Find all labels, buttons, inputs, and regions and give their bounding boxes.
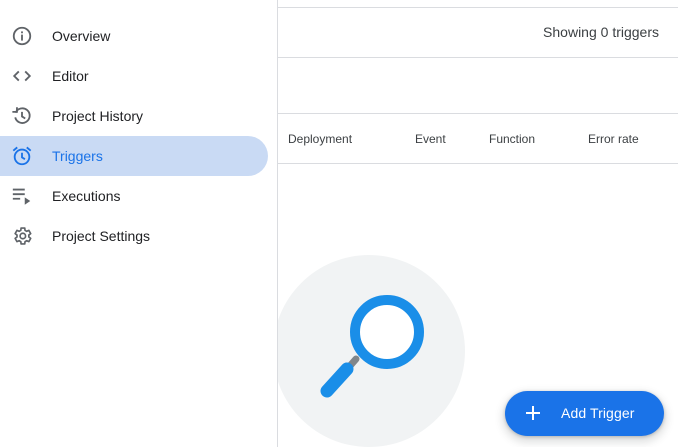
nav-item-label: Project History [52,108,144,124]
nav-item-label: Editor [52,68,89,84]
nav-item-label: Overview [52,28,111,44]
add-trigger-button[interactable]: Add Trigger [505,391,664,436]
column-header-error-rate[interactable]: Error rate [588,132,639,146]
alarm-icon [12,146,32,166]
nav-item-editor[interactable]: Editor [0,56,268,96]
empty-state-illustration [273,255,465,447]
nav-list: Overview Editor Project History Triggers… [0,16,278,256]
nav-item-project-settings[interactable]: Project Settings [0,216,268,256]
nav-item-overview[interactable]: Overview [0,16,268,56]
info-icon [12,26,32,46]
column-header-function[interactable]: Function [489,132,535,146]
nav-item-project-history[interactable]: Project History [0,96,268,136]
column-header-deployment[interactable]: Deployment [288,132,352,146]
nav-item-executions[interactable]: Executions [0,176,268,216]
playlist-play-icon [12,188,31,205]
gear-icon [14,227,32,245]
history-icon [12,107,31,124]
plus-icon [526,406,540,420]
nav-item-label: Executions [52,188,121,204]
nav-item-label: Triggers [52,148,103,164]
add-trigger-label: Add Trigger [561,405,635,421]
nav-item-triggers[interactable]: Triggers [0,136,268,176]
code-icon [12,70,32,82]
column-header-event[interactable]: Event [415,132,446,146]
triggers-page: Showing 0 triggers Deployment Event Func… [0,0,678,447]
nav-item-label: Project Settings [52,228,151,244]
navigation-drawer: Overview Editor Project History Triggers… [0,0,278,447]
trigger-count-text: Showing 0 triggers [543,24,659,40]
